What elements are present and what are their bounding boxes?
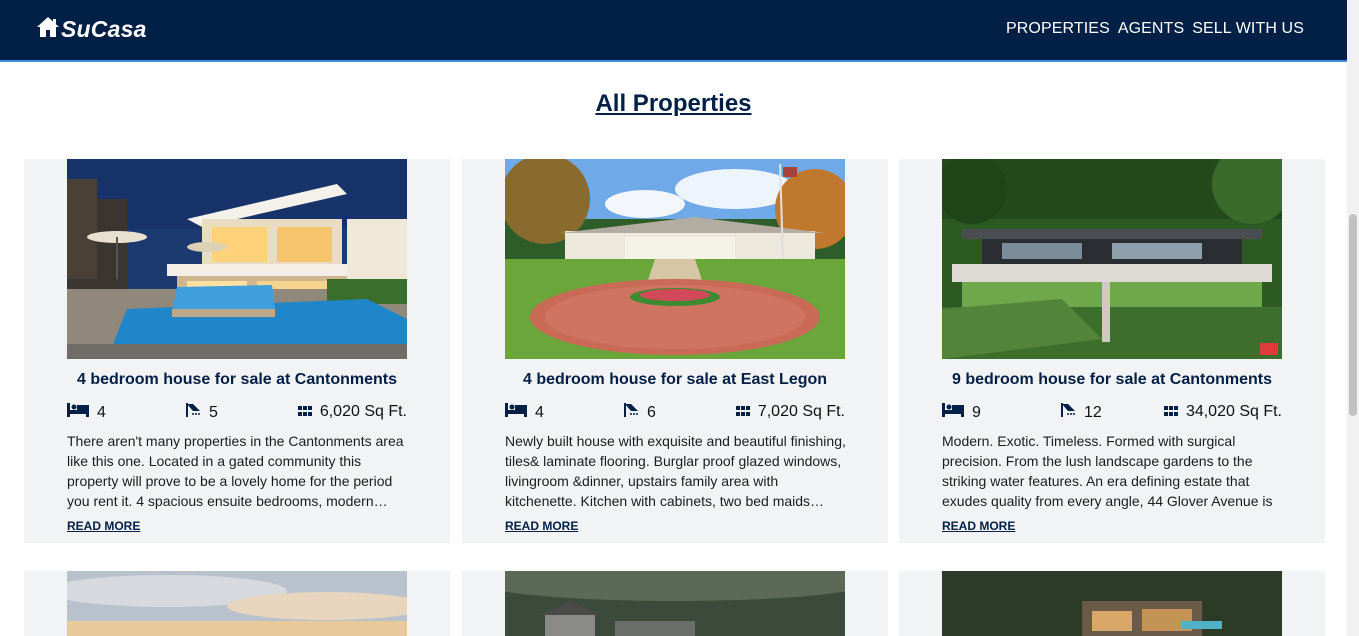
area-stat: 34,020 Sq Ft.: [1163, 403, 1282, 421]
beds-count: 9: [972, 403, 981, 421]
nav-properties[interactable]: PROPERTIES: [1006, 20, 1110, 38]
area-stat: 7,020 Sq Ft.: [735, 403, 845, 421]
property-image[interactable]: [67, 571, 407, 636]
page: SuCasa PROPERTIES AGENTS SELL WITH US Al…: [0, 0, 1359, 636]
baths-stat: 5: [185, 403, 218, 422]
grid-icon: [1163, 403, 1186, 421]
baths-count: 6: [647, 403, 656, 421]
property-image[interactable]: [67, 159, 407, 359]
shower-icon: [185, 403, 209, 422]
read-more-link[interactable]: READ MORE: [505, 519, 578, 533]
property-card: [24, 571, 450, 636]
property-title[interactable]: 9 bedroom house for sale at Cantonments: [899, 371, 1325, 389]
property-image[interactable]: [505, 571, 845, 636]
brand-name: SuCasa: [61, 16, 147, 42]
baths-stat: 12: [1060, 403, 1102, 422]
page-scrollbar[interactable]: [1347, 0, 1359, 636]
area-stat: 6,020 Sq Ft.: [297, 403, 407, 421]
area-value: 34,020 Sq Ft.: [1185, 403, 1282, 420]
navbar: SuCasa PROPERTIES AGENTS SELL WITH US: [0, 0, 1347, 62]
area-value: 6,020 Sq Ft.: [319, 403, 407, 420]
property-card: 9 bedroom house for sale at Cantonments …: [899, 159, 1325, 543]
beds-count: 4: [97, 403, 106, 421]
page-title: All Properties: [595, 90, 752, 117]
beds-stat: 4: [67, 403, 106, 422]
scrollbar-thumb[interactable]: [1349, 214, 1357, 416]
nav-agents[interactable]: AGENTS: [1118, 20, 1184, 38]
property-title[interactable]: 4 bedroom house for sale at East Legon: [462, 371, 888, 389]
shower-icon: [623, 403, 647, 422]
property-image[interactable]: [505, 159, 845, 359]
property-stats: 9 12 34,020 Sq Ft.: [942, 403, 1282, 425]
read-more-link[interactable]: READ MORE: [67, 519, 140, 533]
house-icon: [36, 16, 61, 43]
baths-stat: 6: [623, 403, 656, 422]
property-stats: 4 5 6,020 Sq Ft.: [67, 403, 407, 425]
property-card: 4 bedroom house for sale at East Legon 4…: [462, 159, 888, 543]
brand-link[interactable]: SuCasa: [36, 16, 147, 43]
property-description: There aren't many properties in the Cant…: [67, 433, 404, 509]
bed-icon: [505, 403, 535, 422]
property-card: [899, 571, 1325, 636]
property-title[interactable]: 4 bedroom house for sale at Cantonments: [24, 371, 450, 389]
property-description: Modern. Exotic. Timeless. Formed with su…: [942, 433, 1273, 509]
bed-icon: [942, 403, 972, 422]
property-image[interactable]: [942, 159, 1282, 359]
baths-count: 5: [209, 403, 218, 421]
property-stats: 4 6 7,020 Sq Ft.: [505, 403, 845, 425]
property-image[interactable]: [942, 571, 1282, 636]
property-card: [462, 571, 888, 636]
baths-count: 12: [1084, 403, 1102, 421]
grid-icon: [735, 403, 758, 421]
main-nav: PROPERTIES AGENTS SELL WITH US: [1006, 20, 1312, 38]
read-more-link[interactable]: READ MORE: [942, 519, 1015, 533]
area-value: 7,020 Sq Ft.: [757, 403, 845, 420]
grid-icon: [297, 403, 320, 421]
bed-icon: [67, 403, 97, 422]
beds-stat: 4: [505, 403, 544, 422]
property-card: 4 bedroom house for sale at Cantonments …: [24, 159, 450, 543]
nav-sell-with-us[interactable]: SELL WITH US: [1192, 20, 1304, 38]
beds-stat: 9: [942, 403, 981, 422]
beds-count: 4: [535, 403, 544, 421]
property-description: Newly built house with exquisite and bea…: [505, 433, 846, 509]
shower-icon: [1060, 403, 1084, 422]
